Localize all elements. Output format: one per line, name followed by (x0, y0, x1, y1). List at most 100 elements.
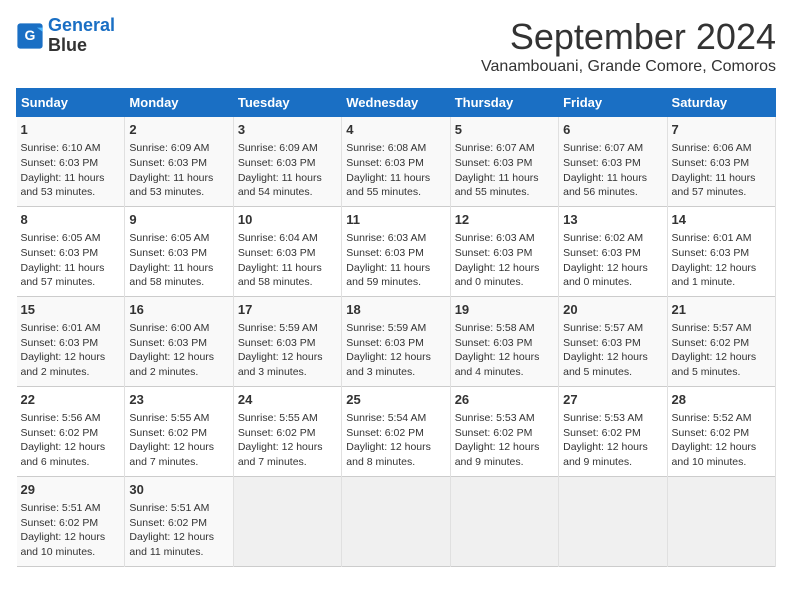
table-row: 29Sunrise: 5:51 AMSunset: 6:02 PMDayligh… (17, 476, 125, 566)
table-row: 10 Sunrise: 6:04 AM Sunset: 6:03 PM Dayligh… (233, 206, 341, 296)
day-number: 3 (238, 121, 337, 139)
day-number: 17 (238, 301, 337, 319)
daylight-text: Daylight: 12 hours and 2 minutes. (129, 351, 214, 378)
sunset-text: Sunset: 6:02 PM (672, 337, 750, 349)
daylight-text: Daylight: 12 hours and 10 minutes. (672, 441, 757, 468)
sunset-text: Sunset: 6:03 PM (455, 157, 533, 169)
day-number: 8 (21, 211, 121, 229)
sunrise-text: Sunrise: 5:52 AM (672, 412, 752, 424)
daylight-text: Daylight: 11 hours and 55 minutes. (455, 172, 539, 199)
daylight-text: Daylight: 12 hours and 10 minutes. (21, 531, 106, 558)
sunset-text: Sunset: 6:03 PM (563, 247, 641, 259)
sunset-text: Sunset: 6:03 PM (238, 157, 316, 169)
sunrise-text: Sunrise: 5:59 AM (238, 322, 318, 334)
svg-text:G: G (25, 27, 36, 43)
day-number: 6 (563, 121, 662, 139)
daylight-text: Daylight: 12 hours and 6 minutes. (21, 441, 106, 468)
daylight-text: Daylight: 12 hours and 11 minutes. (129, 531, 214, 558)
table-row: 17Sunrise: 5:59 AMSunset: 6:03 PMDayligh… (233, 296, 341, 386)
daylight-text: Daylight: 11 hours and 59 minutes. (346, 262, 430, 289)
sunrise-text: Sunrise: 5:59 AM (346, 322, 426, 334)
daylight-text: Daylight: 12 hours and 5 minutes. (672, 351, 757, 378)
day-number: 15 (21, 301, 121, 319)
day-number: 16 (129, 301, 228, 319)
table-row: 6Sunrise: 6:07 AMSunset: 6:03 PMDaylight… (559, 117, 667, 207)
table-row: 25Sunrise: 5:54 AMSunset: 6:02 PMDayligh… (342, 386, 450, 476)
table-row: 13Sunrise: 6:02 AMSunset: 6:03 PMDayligh… (559, 206, 667, 296)
day-number: 10 (238, 211, 337, 229)
header-sunday: Sunday (17, 89, 125, 117)
logo-text: General Blue (48, 16, 115, 56)
table-row: 14Sunrise: 6:01 AMSunset: 6:03 PMDayligh… (667, 206, 775, 296)
sunset-text: Sunset: 6:02 PM (238, 427, 316, 439)
day-number: 1 (21, 121, 121, 139)
sunset-text: Sunset: 6:03 PM (455, 337, 533, 349)
sunset-text: Sunset: 6:03 PM (672, 247, 750, 259)
table-row: 24Sunrise: 5:55 AMSunset: 6:02 PMDayligh… (233, 386, 341, 476)
daylight-text: Daylight: 12 hours and 8 minutes. (346, 441, 431, 468)
daylight-text: Daylight: 11 hours and 53 minutes. (21, 172, 105, 199)
daylight-text: Daylight: 12 hours and 9 minutes. (563, 441, 648, 468)
day-number: 21 (672, 301, 771, 319)
calendar-body: 1Sunrise: 6:10 AMSunset: 6:03 PMDaylight… (17, 117, 776, 567)
sunset-text: Sunset: 6:03 PM (238, 337, 316, 349)
day-number: 4 (346, 121, 445, 139)
sunset-text: Sunset: 6:02 PM (563, 427, 641, 439)
sunrise-text: Sunrise: 6:05 AM (21, 232, 101, 244)
daylight-text: Daylight: 12 hours and 2 minutes. (21, 351, 106, 378)
sunset-text: Sunset: 6:03 PM (238, 247, 316, 259)
day-number: 23 (129, 391, 228, 409)
day-number: 27 (563, 391, 662, 409)
table-row (233, 476, 341, 566)
day-number: 18 (346, 301, 445, 319)
table-row: 21Sunrise: 5:57 AMSunset: 6:02 PMDayligh… (667, 296, 775, 386)
daylight-text: Daylight: 11 hours and 57 minutes. (672, 172, 756, 199)
table-row: 12Sunrise: 6:03 AMSunset: 6:03 PMDayligh… (450, 206, 558, 296)
day-number: 19 (455, 301, 554, 319)
table-row: 23 Sunrise: 5:55 AM Sunset: 6:02 PM Dayligh… (125, 386, 233, 476)
month-title: September 2024 (481, 16, 776, 58)
table-row: 22Sunrise: 5:56 AMSunset: 6:02 PMDayligh… (17, 386, 125, 476)
daylight-text: Daylight: 11 hours and 58 minutes. (129, 262, 213, 289)
sunset-text: Sunset: 6:03 PM (21, 247, 99, 259)
day-number: 11 (346, 211, 445, 229)
sunrise-text: Sunrise: 5:53 AM (563, 412, 643, 424)
day-number: 5 (455, 121, 554, 139)
daylight-text: Daylight: 11 hours and 58 minutes. (238, 262, 322, 289)
sunrise-text: Sunrise: 5:54 AM (346, 412, 426, 424)
daylight-text: Daylight: 12 hours and 7 minutes. (129, 441, 214, 468)
header-thursday: Thursday (450, 89, 558, 117)
sunrise-text: Sunrise: 6:03 AM (346, 232, 426, 244)
sunset-text: Sunset: 6:03 PM (455, 247, 533, 259)
calendar-header: Sunday Monday Tuesday Wednesday Thursday… (17, 89, 776, 117)
table-row: 20Sunrise: 5:57 AMSunset: 6:03 PMDayligh… (559, 296, 667, 386)
daylight-text: Daylight: 11 hours and 57 minutes. (21, 262, 105, 289)
table-row: 2Sunrise: 6:09 AMSunset: 6:03 PMDaylight… (125, 117, 233, 207)
daylight-text: Daylight: 12 hours and 7 minutes. (238, 441, 323, 468)
sunset-text: Sunset: 6:03 PM (129, 337, 207, 349)
table-row: 30Sunrise: 5:51 AMSunset: 6:02 PMDayligh… (125, 476, 233, 566)
sunrise-text: Sunrise: 5:55 AM (129, 412, 209, 424)
sunrise-text: Sunrise: 6:02 AM (563, 232, 643, 244)
day-number: 7 (672, 121, 771, 139)
sunset-text: Sunset: 6:02 PM (346, 427, 424, 439)
calendar-table: Sunday Monday Tuesday Wednesday Thursday… (16, 88, 776, 567)
sunset-text: Sunset: 6:02 PM (129, 427, 207, 439)
location-title: Vanambouani, Grande Comore, Comoros (481, 58, 776, 76)
sunset-text: Sunset: 6:02 PM (21, 517, 99, 529)
sunset-text: Sunset: 6:03 PM (346, 337, 424, 349)
day-number: 12 (455, 211, 554, 229)
title-section: September 2024 Vanambouani, Grande Comor… (481, 16, 776, 76)
table-row (559, 476, 667, 566)
sunrise-text: Sunrise: 6:05 AM (129, 232, 209, 244)
logo-icon: G (16, 22, 44, 50)
sunset-text: Sunset: 6:02 PM (129, 517, 207, 529)
day-number: 20 (563, 301, 662, 319)
sunset-text: Sunset: 6:03 PM (563, 157, 641, 169)
day-number: 24 (238, 391, 337, 409)
table-row: 26Sunrise: 5:53 AMSunset: 6:02 PMDayligh… (450, 386, 558, 476)
day-number: 14 (672, 211, 771, 229)
sunrise-text: Sunrise: 6:04 AM (238, 232, 318, 244)
day-number: 2 (129, 121, 228, 139)
table-row: 7Sunrise: 6:06 AMSunset: 6:03 PMDaylight… (667, 117, 775, 207)
